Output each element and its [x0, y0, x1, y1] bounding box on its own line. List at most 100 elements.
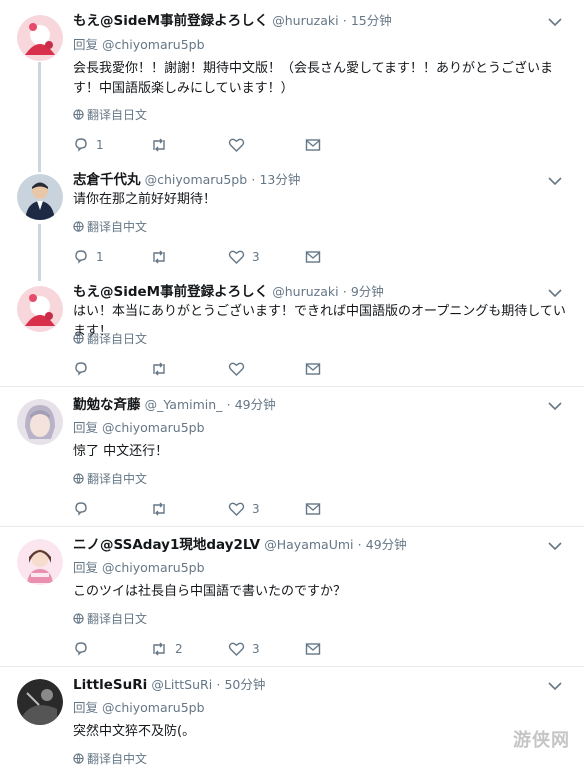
- like-button[interactable]: 3: [228, 640, 260, 658]
- handle[interactable]: @huruzaki: [272, 284, 338, 299]
- reply-to-prefix: 回复: [73, 37, 102, 52]
- direct-message-button[interactable]: [305, 248, 321, 266]
- handle[interactable]: @_Yamimin_: [145, 397, 223, 412]
- reply-button[interactable]: [73, 500, 96, 518]
- translate-label: 翻译自日文: [87, 108, 148, 122]
- globe-icon: [73, 473, 84, 484]
- timestamp[interactable]: 49分钟: [366, 537, 407, 552]
- avatar[interactable]: [17, 679, 63, 725]
- tweet[interactable]: ニノ@SSAday1現地day2LV @HayamaUmi · 49分钟 回复 …: [0, 526, 584, 666]
- timestamp[interactable]: 50分钟: [224, 677, 265, 692]
- timestamp[interactable]: 9分钟: [351, 284, 384, 299]
- reply-to: 回复 @chiyomaru5pb: [73, 559, 205, 577]
- display-name[interactable]: もえ@SideM事前登録よろしく: [73, 284, 268, 300]
- translate-link[interactable]: 翻译自中文: [73, 219, 147, 235]
- timestamp[interactable]: 15分钟: [351, 13, 392, 28]
- tweet-header: 勤勉な斉藤 @_Yamimin_ · 49分钟: [73, 396, 276, 415]
- mention-link[interactable]: @chiyomaru5pb: [102, 37, 205, 52]
- tweet[interactable]: もえ@SideM事前登録よろしく @huruzaki · 15分钟 回复 @ch…: [0, 0, 584, 152]
- retweet-button[interactable]: 2: [150, 640, 183, 658]
- chevron-down-icon[interactable]: [548, 401, 562, 411]
- heart-icon: [228, 138, 245, 152]
- like-button[interactable]: 3: [228, 500, 260, 518]
- retweet-button[interactable]: [150, 500, 175, 518]
- mention-link[interactable]: @chiyomaru5pb: [102, 420, 205, 435]
- like-button[interactable]: [228, 136, 252, 154]
- retweet-icon: [153, 138, 165, 152]
- reply-to: 回复 @chiyomaru5pb: [73, 699, 205, 717]
- display-name[interactable]: 勤勉な斉藤: [73, 397, 141, 413]
- translate-link[interactable]: 翻译自日文: [73, 611, 147, 627]
- reply-icon: [75, 138, 87, 152]
- separator-dot: ·: [216, 677, 221, 692]
- handle[interactable]: @huruzaki: [272, 13, 338, 28]
- envelope-icon: [305, 139, 321, 151]
- tweet-text: このツイは社長自ら中国語で書いたのですか？: [73, 584, 347, 599]
- retweet-button[interactable]: [150, 248, 175, 266]
- reply-count: 1: [96, 138, 104, 152]
- reply-button[interactable]: 1: [73, 248, 104, 266]
- avatar[interactable]: [17, 15, 63, 61]
- like-button[interactable]: 3: [228, 248, 260, 266]
- avatar[interactable]: [17, 286, 63, 332]
- direct-message-button[interactable]: [305, 360, 321, 378]
- reply-to: 回复 @chiyomaru5pb: [73, 36, 205, 54]
- display-name[interactable]: ニノ@SSAday1現地day2LV: [73, 537, 260, 553]
- avatar[interactable]: [17, 174, 63, 220]
- reply-button[interactable]: [73, 640, 96, 658]
- handle[interactable]: @LittSuRi: [151, 677, 212, 692]
- handle[interactable]: @HayamaUmi: [264, 537, 353, 552]
- reply-button[interactable]: [73, 360, 96, 378]
- tweet[interactable]: 勤勉な斉藤 @_Yamimin_ · 49分钟 回复 @chiyomaru5pb…: [0, 386, 584, 526]
- display-name[interactable]: LittleSuRi: [73, 677, 147, 693]
- retweet-count: 2: [175, 642, 183, 656]
- reply-button[interactable]: 1: [73, 136, 104, 154]
- chevron-down-icon[interactable]: [548, 17, 562, 27]
- translate-link[interactable]: 翻译自中文: [73, 471, 147, 487]
- watermark-logo: 游侠网: [513, 730, 570, 751]
- tweet[interactable]: 志倉千代丸 @chiyomaru5pb · 13分钟 请你在那之前好好期待！ 翻…: [0, 160, 584, 270]
- chevron-down-icon[interactable]: [548, 541, 562, 551]
- reply-icon: [75, 642, 87, 656]
- mention-link[interactable]: @chiyomaru5pb: [102, 700, 205, 715]
- globe-icon: [73, 221, 84, 232]
- separator-dot: ·: [251, 172, 256, 187]
- translate-link[interactable]: 翻译自日文: [73, 107, 147, 123]
- reply-icon: [75, 502, 87, 516]
- avatar[interactable]: [17, 399, 63, 445]
- globe-icon: [73, 753, 84, 764]
- reply-to-prefix: 回复: [73, 700, 102, 715]
- tweet-actions: 3: [73, 500, 373, 518]
- handle[interactable]: @chiyomaru5pb: [145, 172, 248, 187]
- avatar[interactable]: [17, 539, 63, 585]
- heart-icon: [228, 642, 245, 656]
- timestamp[interactable]: 13分钟: [259, 172, 300, 187]
- tweet[interactable]: LittleSuRi @LittSuRi · 50分钟 回复 @chiyomar…: [0, 666, 584, 770]
- translate-link[interactable]: 翻译自中文: [73, 751, 147, 767]
- mention-link[interactable]: @chiyomaru5pb: [102, 560, 205, 575]
- display-name[interactable]: もえ@SideM事前登録よろしく: [73, 13, 268, 29]
- like-button[interactable]: [228, 360, 252, 378]
- tweet[interactable]: もえ@SideM事前登録よろしく @huruzaki · 9分钟 はい！本当にあ…: [0, 274, 584, 386]
- separator-dot: ·: [357, 537, 362, 552]
- tweet-actions: 1 3: [73, 248, 373, 266]
- translate-link[interactable]: 翻译自日文: [73, 331, 147, 347]
- chevron-down-icon[interactable]: [548, 288, 562, 298]
- retweet-icon: [153, 502, 165, 516]
- chevron-down-icon[interactable]: [548, 176, 562, 186]
- tweet-text: 请你在那之前好好期待！: [73, 192, 217, 207]
- timestamp[interactable]: 49分钟: [235, 397, 276, 412]
- separator-dot: ·: [226, 397, 231, 412]
- direct-message-button[interactable]: [305, 136, 321, 154]
- display-name[interactable]: 志倉千代丸: [73, 172, 141, 188]
- chevron-down-icon[interactable]: [548, 681, 562, 691]
- retweet-button[interactable]: [150, 136, 175, 154]
- envelope-icon: [305, 251, 321, 263]
- reply-to: 回复 @chiyomaru5pb: [73, 419, 205, 437]
- tweet-header: ニノ@SSAday1現地day2LV @HayamaUmi · 49分钟: [73, 536, 407, 555]
- direct-message-button[interactable]: [305, 640, 321, 658]
- reply-to-prefix: 回复: [73, 420, 102, 435]
- reply-to-prefix: 回复: [73, 560, 102, 575]
- retweet-button[interactable]: [150, 360, 175, 378]
- direct-message-button[interactable]: [305, 500, 321, 518]
